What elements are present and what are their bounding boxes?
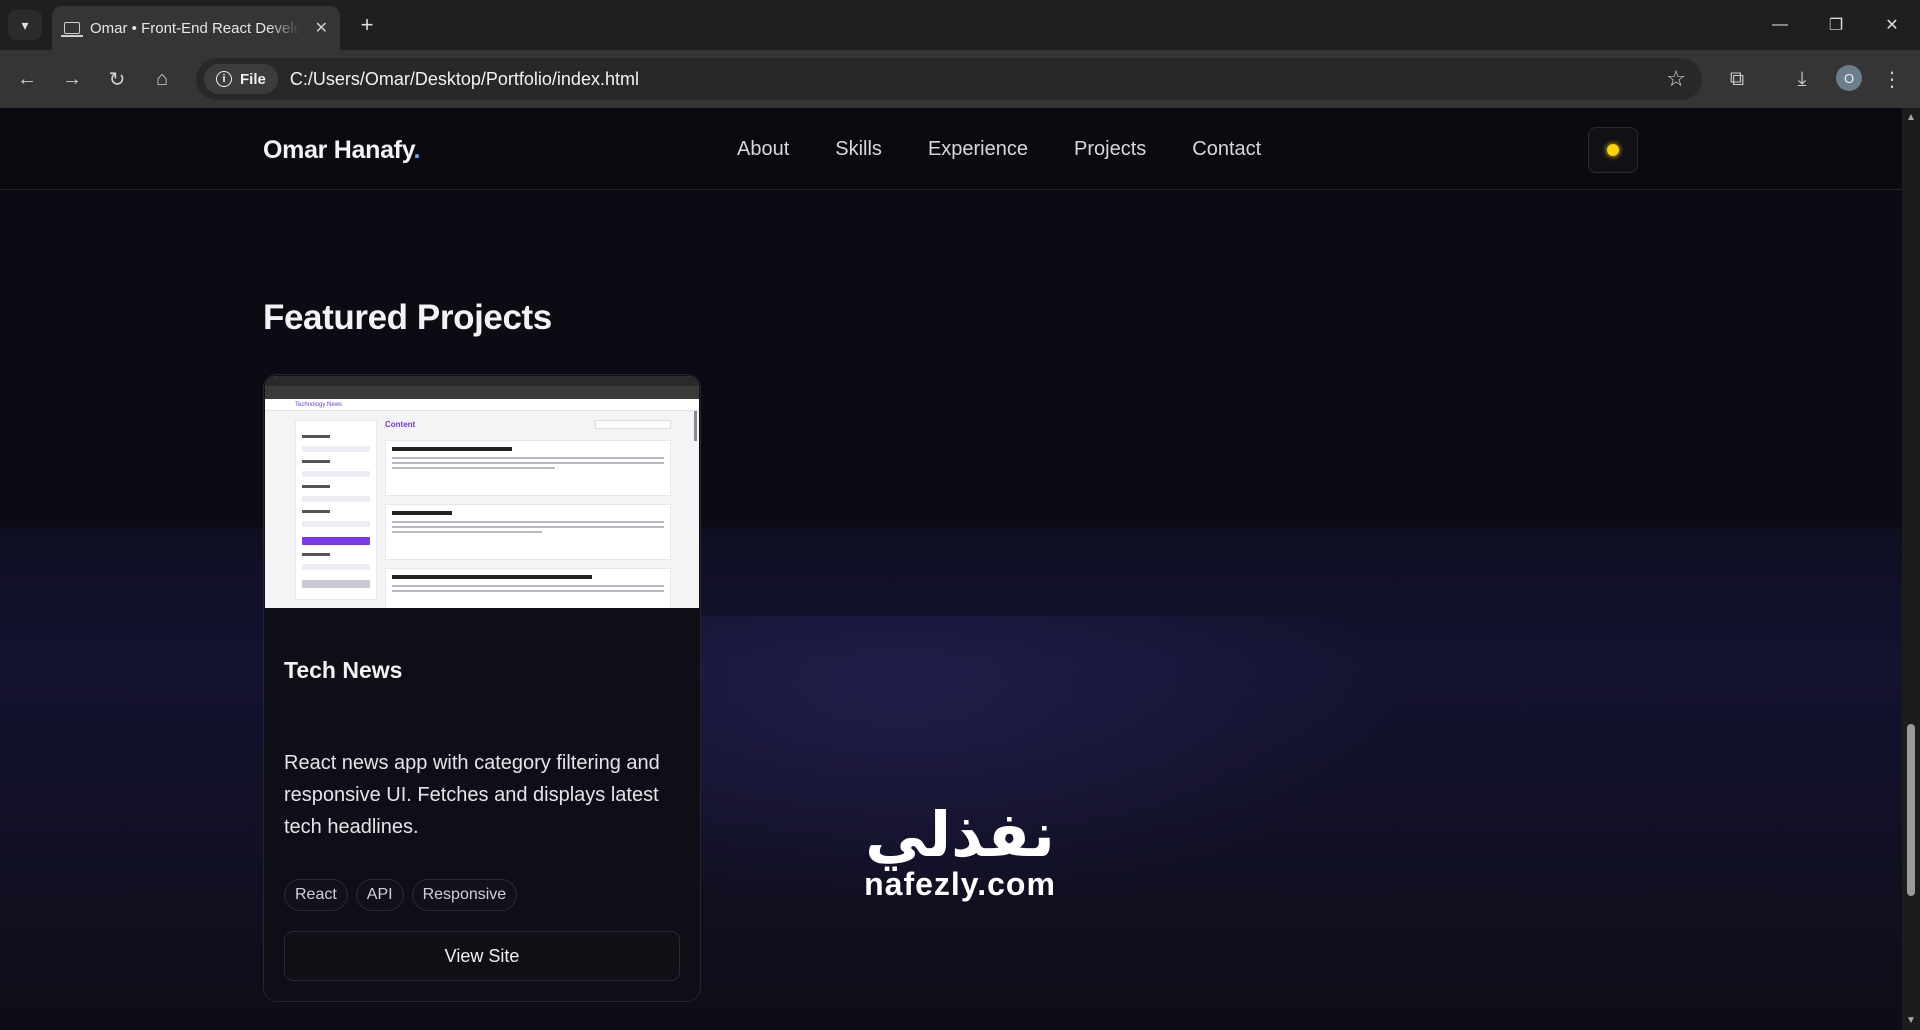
nav-links: About Skills Experience Projects Contact [737, 138, 1261, 161]
thumb-line [302, 446, 370, 452]
site-navbar: Omar Hanafy. About Skills Experience Pro… [0, 108, 1902, 190]
theme-toggle-button[interactable] [1588, 127, 1638, 173]
watermark-latin: nafezly.com [864, 866, 1056, 902]
site-chip-label: File [240, 70, 266, 88]
chevron-down-icon: ▾ [21, 16, 29, 33]
browser-toolbar: ← → ↻ ⌂ i File C:/Users/Omar/Desktop/Por… [0, 50, 1920, 108]
thumb-line [302, 485, 330, 488]
project-title: Tech News [284, 657, 403, 683]
thumb-line [302, 435, 330, 438]
nav-about[interactable]: About [737, 138, 789, 161]
page-scrollbar[interactable]: ▲ ▼ [1902, 108, 1920, 1030]
nav-experience[interactable]: Experience [928, 138, 1028, 161]
thumb-scrollbar [694, 411, 697, 441]
restore-button[interactable]: ❐ [1808, 0, 1864, 50]
laptop-icon [61, 22, 83, 37]
scroll-up-icon[interactable]: ▲ [1906, 112, 1916, 123]
thumb-line [302, 553, 330, 556]
info-icon: i [216, 71, 232, 87]
thumb-tabbar [265, 376, 699, 386]
thumb-filters-panel [295, 420, 377, 600]
logo-text: Omar Hanafy [263, 136, 414, 164]
site-logo[interactable]: Omar Hanafy. [263, 136, 420, 165]
thumb-line [302, 564, 370, 570]
sun-icon [1607, 144, 1619, 156]
downloads-button[interactable]: ⤓ [1787, 64, 1817, 94]
project-tags: React API Responsive [284, 879, 518, 911]
address-bar[interactable]: i File C:/Users/Omar/Desktop/Portfolio/i… [196, 58, 1702, 100]
thumb-line [302, 510, 330, 513]
project-card: Technology News Content Tech News React … [263, 374, 701, 1002]
thumb-news-card [385, 504, 671, 560]
thumb-news-card [385, 440, 671, 496]
reload-icon: ↻ [108, 68, 126, 91]
url-text[interactable]: C:/Users/Omar/Desktop/Portfolio/index.ht… [290, 69, 639, 90]
forward-button[interactable]: → [57, 64, 87, 94]
logo-dot: . [413, 136, 421, 164]
thumb-header: Technology News [265, 399, 699, 411]
tag-api: API [355, 879, 404, 911]
thumb-line [302, 521, 370, 527]
section-title: Featured Projects [263, 298, 552, 337]
thumb-button [302, 580, 370, 588]
puzzle-icon: ⧉ [1729, 67, 1745, 90]
plus-icon: + [360, 12, 374, 37]
back-button[interactable]: ← [12, 64, 42, 94]
nav-skills[interactable]: Skills [835, 138, 882, 161]
thumb-line [302, 471, 370, 477]
scroll-down-icon[interactable]: ▼ [1906, 1015, 1916, 1026]
arrow-left-icon: ← [17, 67, 37, 90]
nav-contact[interactable]: Contact [1192, 138, 1261, 161]
scroll-thumb[interactable] [1907, 724, 1915, 896]
star-icon[interactable]: ☆ [1666, 66, 1686, 92]
thumb-line [302, 460, 330, 463]
watermark: نفذلي nafezly.com [852, 802, 1068, 903]
thumb-content: Content [385, 420, 671, 608]
thumb-search [595, 420, 671, 429]
browser-tab-bar: ▾ Omar • Front-End React Developer ✕ + —… [0, 0, 1920, 50]
profile-avatar[interactable]: O [1836, 65, 1862, 91]
thumb-line [302, 496, 370, 502]
project-description: React news app with category filtering a… [284, 752, 660, 838]
download-icon: ⤓ [1797, 67, 1807, 90]
site-info-chip[interactable]: i File [204, 64, 278, 94]
view-site-button[interactable]: View Site [284, 931, 680, 981]
reload-button[interactable]: ↻ [102, 64, 132, 94]
page-viewport: Omar Hanafy. About Skills Experience Pro… [0, 108, 1902, 1030]
close-icon[interactable]: ✕ [315, 18, 328, 38]
kebab-icon: ⋮ [1882, 68, 1902, 91]
new-tab-button[interactable]: + [352, 10, 382, 40]
tag-react: React [284, 879, 348, 911]
thumb-news-card [385, 568, 671, 608]
thumb-toolbar [265, 386, 699, 399]
tab-search-button[interactable]: ▾ [8, 10, 42, 40]
close-icon: ✕ [1885, 17, 1899, 34]
extensions-button[interactable]: ⧉ [1722, 64, 1752, 94]
minimize-icon: — [1772, 16, 1788, 33]
restore-icon: ❐ [1828, 17, 1844, 34]
browser-menu-button[interactable]: ⋮ [1877, 64, 1907, 94]
watermark-arabic: نفذلي [865, 798, 1055, 871]
nav-projects[interactable]: Projects [1074, 138, 1146, 161]
arrow-right-icon: → [62, 67, 82, 90]
thumb-button [302, 537, 370, 545]
home-button[interactable]: ⌂ [147, 64, 177, 94]
tab-title: Omar • Front-End React Developer [90, 19, 300, 37]
project-thumbnail: Technology News Content [265, 376, 699, 608]
tag-responsive: Responsive [411, 879, 518, 911]
browser-tab-active[interactable]: Omar • Front-End React Developer ✕ [52, 6, 340, 50]
home-icon: ⌂ [155, 67, 169, 90]
minimize-button[interactable]: — [1752, 0, 1808, 50]
close-window-button[interactable]: ✕ [1864, 0, 1920, 50]
